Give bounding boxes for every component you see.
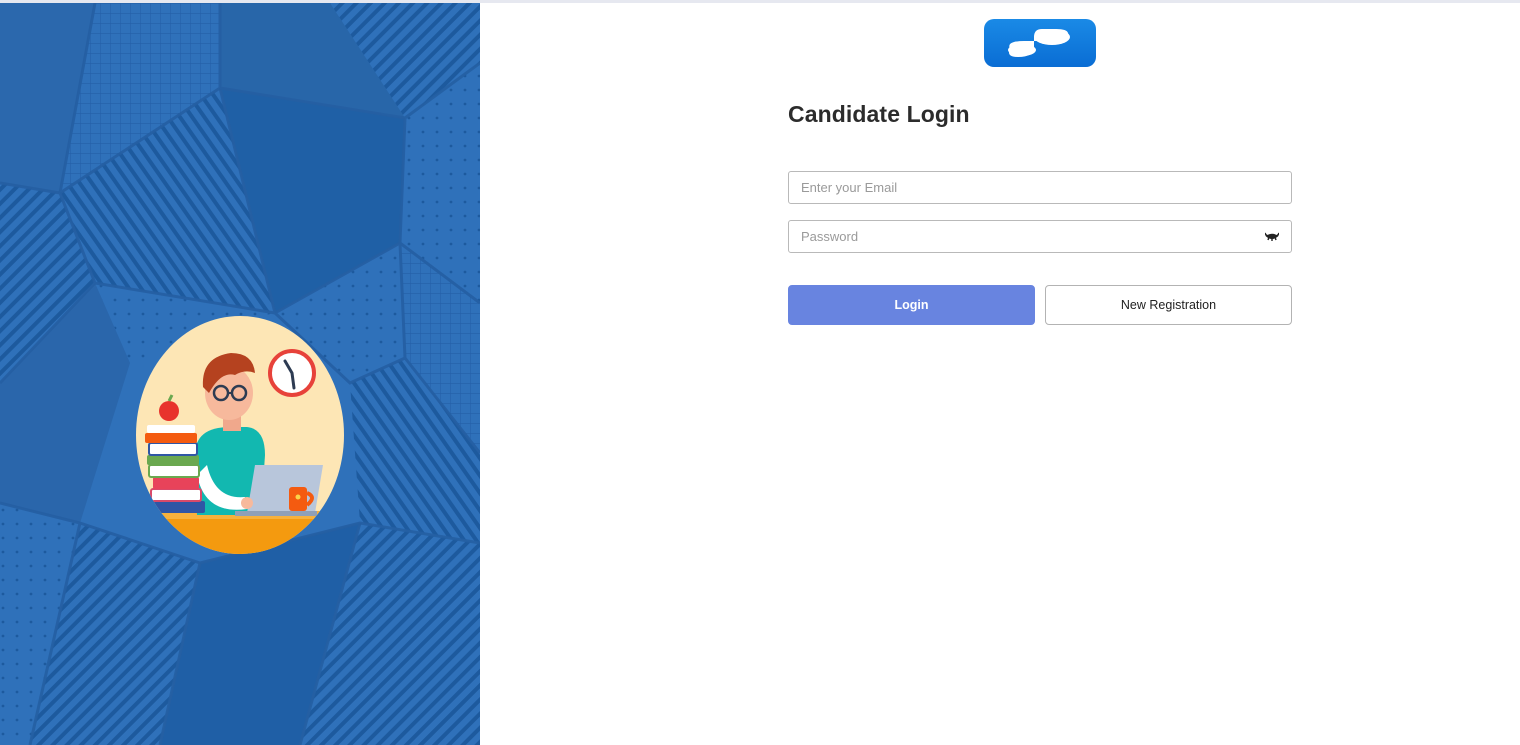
email-field-wrapper — [788, 171, 1292, 204]
new-registration-button[interactable]: New Registration — [1045, 285, 1292, 325]
email-field[interactable] — [789, 172, 1291, 203]
student-studying-illustration — [136, 316, 344, 554]
password-field-wrapper — [788, 220, 1292, 253]
eye-closed-icon[interactable] — [1265, 232, 1279, 242]
page-title: Candidate Login — [788, 101, 970, 127]
password-field[interactable] — [789, 221, 1291, 252]
decorative-side-panel — [0, 3, 480, 745]
login-button[interactable]: Login — [788, 285, 1035, 325]
brand-logo-icon — [1008, 29, 1070, 57]
brand-logo — [984, 19, 1096, 67]
login-panel: Candidate Login Login New Registration — [480, 3, 1520, 745]
